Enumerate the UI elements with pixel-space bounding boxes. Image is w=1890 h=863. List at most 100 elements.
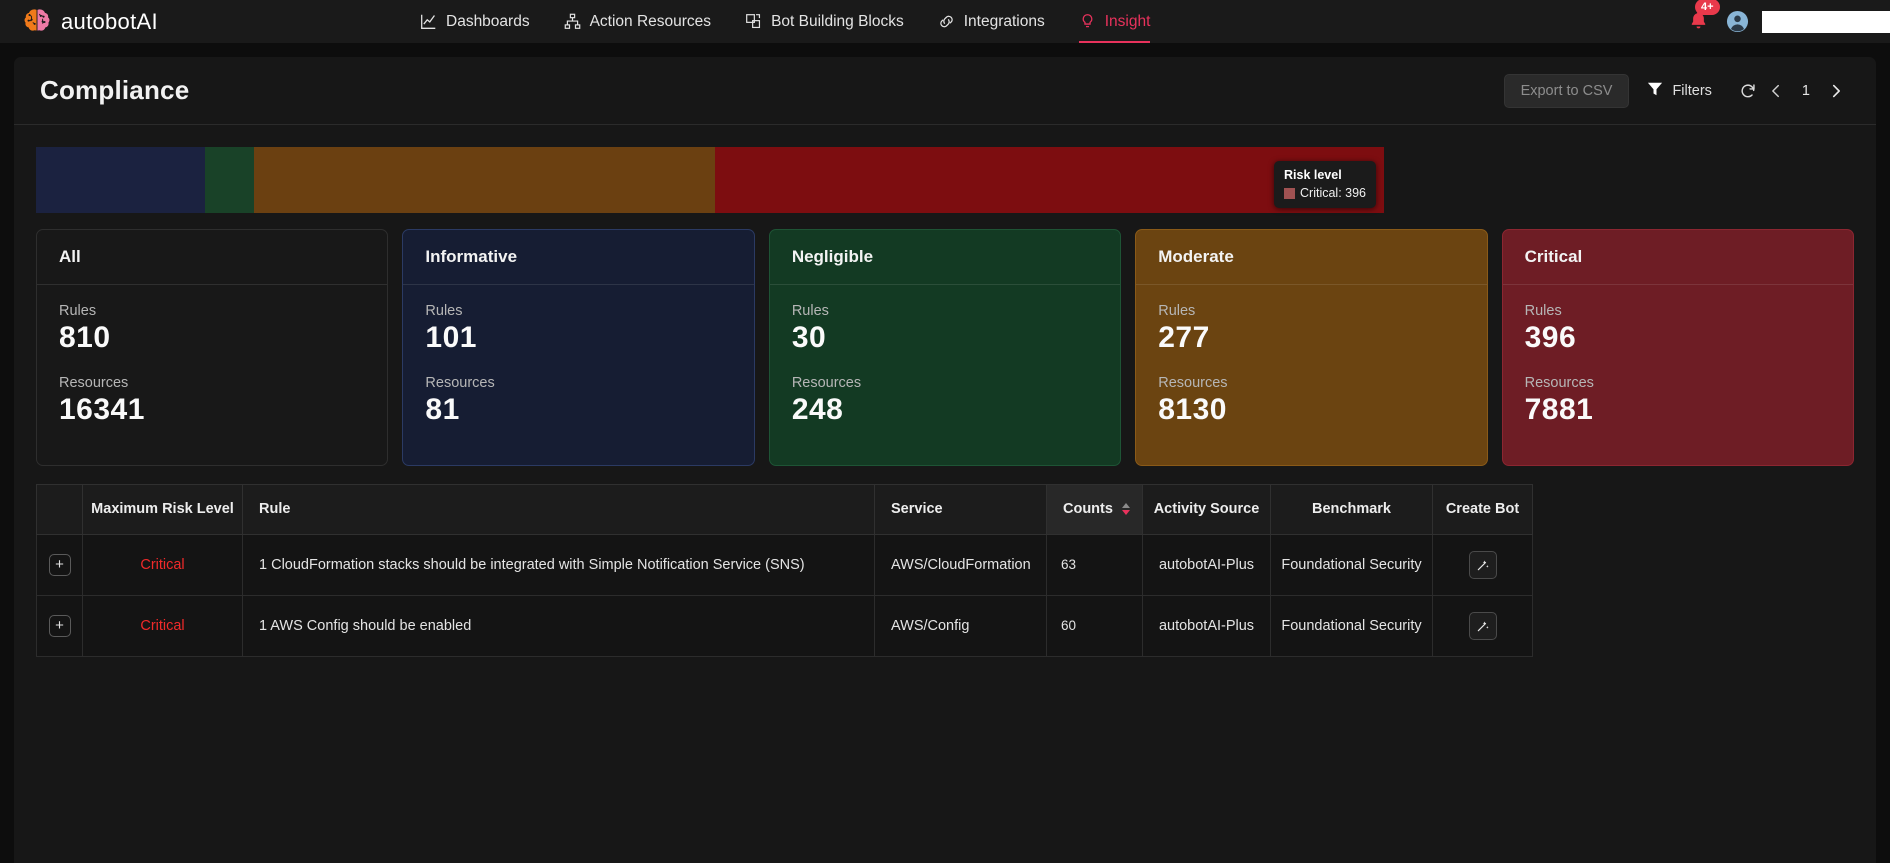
page-number: 1 (1801, 82, 1810, 99)
plus-icon[interactable]: + (48, 614, 71, 637)
user-avatar-icon[interactable] (1726, 10, 1749, 33)
resources-label: Resources (791, 375, 862, 391)
bell-icon (1687, 10, 1710, 36)
summary-card-informative[interactable]: Informative Rules 101 Resources 81 (402, 229, 755, 466)
nav-item-label: Action Resources (589, 12, 712, 30)
create-bot-cell (1432, 595, 1533, 658)
next-page-button[interactable] (1822, 77, 1850, 105)
nav-item-integrations[interactable]: Integrations (938, 0, 1045, 43)
summary-cards: All Rules 810 Resources 16341 Informativ… (14, 229, 1876, 466)
benchmark-cell: Foundational Security (1270, 595, 1433, 658)
rules-value: 277 (1158, 321, 1210, 354)
blocks-icon (745, 13, 762, 30)
column-header-create-bot: Create Bot (1432, 483, 1533, 536)
rules-label: Rules (791, 303, 829, 319)
header-toolbar: Export to CSV Filters 1 (1503, 73, 1850, 108)
risk-level-tooltip: Risk level Critical: 396 (1274, 161, 1376, 208)
resources-label: Resources (1158, 375, 1228, 391)
refresh-button[interactable] (1734, 77, 1762, 105)
compliance-panel: Compliance Export to CSV Filters 1 Risk … (14, 57, 1876, 863)
notification-badge: 4+ (1695, 0, 1720, 15)
resources-value: 8130 (1158, 393, 1227, 426)
export-to-csv-button[interactable]: Export to CSV (1503, 73, 1630, 108)
filters-label: Filters (1672, 82, 1712, 99)
link-icon (938, 13, 955, 30)
sort-asc-icon[interactable] (1121, 503, 1130, 509)
counts-cell: 60 (1046, 595, 1143, 658)
card-title: Moderate (1136, 230, 1487, 285)
column-header-counts[interactable]: Counts (1046, 483, 1143, 536)
rules-label: Rules (1158, 303, 1196, 319)
create-bot-cell (1432, 534, 1533, 597)
card-title: Informative (403, 230, 754, 285)
brand[interactable]: autobotAI (0, 7, 420, 37)
expand-cell: + (36, 534, 83, 597)
card-title: All (37, 230, 388, 285)
risk-cell: Critical (82, 595, 243, 658)
card-title: Critical (1502, 230, 1854, 285)
risk-badge: Critical (140, 556, 185, 573)
summary-card-moderate[interactable]: Moderate Rules 277 Resources 8130 (1135, 229, 1488, 466)
rules-label: Rules (425, 303, 463, 319)
resources-value: 16341 (59, 393, 145, 426)
nav-item-bot-building-blocks[interactable]: Bot Building Blocks (745, 0, 904, 43)
page-title: Compliance (40, 75, 190, 105)
risk-cell: Critical (82, 534, 243, 597)
compliance-table: Maximum Risk Level Rule Service Counts A… (36, 483, 1533, 658)
summary-card-all[interactable]: All Rules 810 Resources 16341 (36, 229, 389, 466)
resources-value: 248 (791, 393, 844, 426)
nav-item-label: Bot Building Blocks (771, 12, 904, 30)
top-nav-right: 4+ (1687, 0, 1890, 43)
funnel-icon (1647, 81, 1663, 101)
sort-desc-icon[interactable] (1121, 510, 1130, 516)
resources-value: 81 (425, 393, 460, 426)
magic-wand-icon[interactable] (1468, 551, 1497, 580)
tooltip-item-label: Critical: 396 (1300, 186, 1366, 200)
nav-item-label: Dashboards (446, 12, 530, 30)
risk-badge: Critical (140, 617, 185, 634)
risk-level-bar-area: Risk level Critical: 396 (14, 125, 1876, 225)
tooltip-title: Risk level (1284, 168, 1342, 182)
rules-value: 101 (425, 321, 477, 354)
rules-value: 810 (59, 321, 111, 354)
rules-value: 30 (791, 321, 827, 354)
magic-wand-icon[interactable] (1468, 612, 1497, 641)
tooltip-row: Critical: 396 (1284, 186, 1366, 200)
bar-segment-moderate[interactable] (254, 147, 716, 213)
column-header-expand (36, 483, 83, 536)
resources-value: 7881 (1524, 393, 1594, 426)
bar-segment-informative[interactable] (36, 147, 205, 213)
sort-arrows-icon[interactable] (1121, 503, 1130, 516)
activity-source-cell: autobotAI-Plus (1142, 595, 1271, 658)
nav-item-insight[interactable]: Insight (1078, 0, 1151, 43)
column-header-rule[interactable]: Rule (242, 483, 875, 536)
benchmark-cell: Foundational Security (1270, 534, 1433, 597)
nav-item-label: Insight (1104, 12, 1151, 30)
plus-icon[interactable]: + (48, 553, 71, 576)
counts-cell: 63 (1046, 534, 1143, 597)
top-navigation-bar: autobotAI Dashboards Action Resources Bo… (0, 0, 1890, 43)
column-header-risk-level[interactable]: Maximum Risk Level (82, 483, 243, 536)
user-name-redacted (1762, 10, 1890, 33)
nav-item-label: Integrations (963, 12, 1045, 30)
nav-item-action-resources[interactable]: Action Resources (564, 0, 711, 43)
bar-segment-negligible[interactable] (204, 147, 255, 213)
table-row[interactable]: + Critical 1 CloudFormation stacks shoul… (36, 534, 1533, 597)
nav-item-dashboards[interactable]: Dashboards (420, 0, 530, 43)
table-row[interactable]: + Critical 1 AWS Config should be enable… (36, 595, 1533, 658)
resources-label: Resources (59, 375, 129, 391)
service-cell: AWS/CloudFormation (874, 534, 1047, 597)
risk-level-stacked-bar[interactable]: Risk level Critical: 396 (36, 147, 1384, 213)
notifications-button[interactable]: 4+ (1687, 0, 1720, 36)
previous-page-button[interactable] (1762, 77, 1790, 105)
column-header-activity-source[interactable]: Activity Source (1142, 483, 1271, 536)
column-header-service[interactable]: Service (874, 483, 1047, 536)
brain-logo-icon (22, 7, 52, 37)
summary-card-negligible[interactable]: Negligible Rules 30 Resources 248 (768, 229, 1122, 466)
filters-button[interactable]: Filters (1647, 81, 1712, 101)
summary-card-critical[interactable]: Critical Rules 396 Resources 7881 (1501, 229, 1855, 466)
rule-cell: 1 AWS Config should be enabled (242, 595, 875, 658)
column-header-benchmark[interactable]: Benchmark (1270, 483, 1433, 536)
nav-links: Dashboards Action Resources Bot Building… (420, 0, 1150, 43)
panel-header: Compliance Export to CSV Filters 1 (14, 57, 1876, 125)
